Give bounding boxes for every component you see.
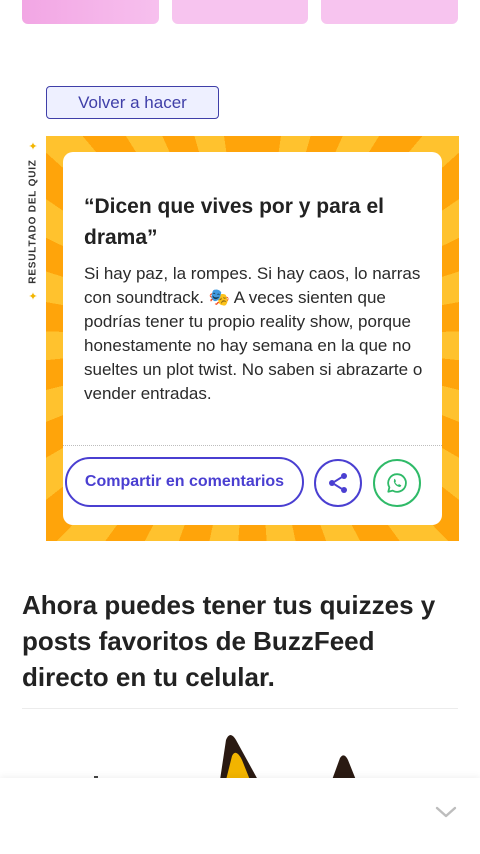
- app-promo-illustration: [80, 720, 400, 780]
- whatsapp-icon: [387, 473, 407, 493]
- section-divider: [22, 708, 458, 709]
- quiz-answer-tile-1[interactable]: [22, 0, 159, 24]
- share-icon: [329, 473, 347, 493]
- dotted-divider: [63, 445, 442, 446]
- quiz-answer-tile-2[interactable]: [172, 0, 308, 24]
- result-title: “Dicen que vives por y para el drama”: [84, 195, 384, 249]
- app-promo-text: Ahora puedes tener tus quizzes y posts f…: [22, 590, 436, 692]
- whatsapp-share-button[interactable]: [373, 459, 421, 507]
- sparkle-icon: ✦: [28, 291, 38, 303]
- share-in-comments-button[interactable]: Compartir en comentarios: [65, 457, 304, 507]
- bottom-panel: [0, 778, 480, 854]
- share-button[interactable]: [314, 459, 362, 507]
- retake-quiz-button[interactable]: Volver a hacer: [46, 86, 219, 119]
- quiz-result-side-label: RESULTADO DEL QUIZ: [22, 138, 44, 304]
- quiz-result-card: “Dicen que vives por y para el drama” Si…: [63, 152, 442, 525]
- chevron-down-icon[interactable]: [434, 804, 458, 820]
- quiz-answer-tile-3[interactable]: [321, 0, 458, 24]
- quiz-result-label-text: RESULTADO DEL QUIZ: [27, 158, 39, 284]
- quiz-result-frame: “Dicen que vives por y para el drama” Si…: [46, 136, 459, 541]
- result-description: Si hay paz, la rompes. Si hay caos, lo n…: [84, 264, 423, 403]
